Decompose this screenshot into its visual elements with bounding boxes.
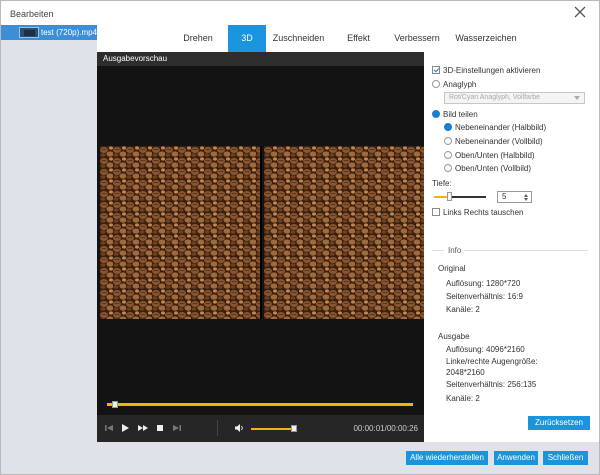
option-label: Nebeneinander (Vollbild) bbox=[455, 137, 543, 146]
top-bottom-half-radio[interactable]: Oben/Unten (Halbbild) bbox=[444, 151, 535, 160]
checkbox-icon[interactable] bbox=[432, 208, 440, 216]
edit-dialog: Bearbeiten test (720p).mp4 Drehen 3D Zus… bbox=[0, 0, 600, 475]
anaglyph-label: Anaglyph bbox=[443, 80, 477, 89]
skip-forward-icon[interactable] bbox=[171, 422, 183, 434]
radio-icon[interactable] bbox=[444, 137, 452, 145]
original-channels: Kanäle: 2 bbox=[446, 305, 480, 314]
radio-selected-icon[interactable] bbox=[432, 110, 440, 118]
skip-back-icon[interactable] bbox=[103, 422, 115, 434]
output-aspect: Seitenverhältnis: 256:135 bbox=[446, 380, 537, 389]
restore-all-button[interactable]: Alle wiederherstellen bbox=[406, 451, 488, 465]
reset-button[interactable]: Zurücksetzen bbox=[528, 416, 590, 430]
side-by-side-half-radio[interactable]: Nebeneinander (Halbbild) bbox=[444, 123, 546, 132]
split-image-label: Bild teilen bbox=[443, 110, 478, 119]
spin-down-icon[interactable] bbox=[524, 198, 528, 201]
original-resolution: Auflösung: 1280*720 bbox=[446, 279, 521, 288]
swap-left-right-checkbox[interactable]: Links Rechts tauschen bbox=[432, 208, 524, 217]
info-title: Info bbox=[448, 246, 462, 255]
option-label: Nebeneinander (Halbbild) bbox=[455, 123, 547, 132]
option-label: Oben/Unten (Vollbild) bbox=[455, 164, 532, 173]
fast-forward-icon[interactable] bbox=[137, 422, 149, 434]
3d-settings-panel: 3D-Einstellungen aktivieren Anaglyph Rot… bbox=[424, 52, 599, 442]
chevron-down-icon bbox=[574, 96, 580, 100]
tab-enhance[interactable]: Verbessern bbox=[386, 25, 448, 52]
original-aspect: Seitenverhältnis: 16:9 bbox=[446, 292, 523, 301]
title-bar: Bearbeiten bbox=[1, 1, 599, 25]
tab-bar: Drehen 3D Zuschneiden Effekt Verbessern … bbox=[97, 25, 599, 52]
info-divider bbox=[464, 250, 588, 251]
tab-effect[interactable]: Effekt bbox=[331, 25, 386, 52]
tab-rotate[interactable]: Drehen bbox=[168, 25, 228, 52]
output-channels: Kanäle: 2 bbox=[446, 394, 480, 403]
left-eye-frame bbox=[100, 146, 260, 319]
player-controls: 00:00:01/00:00:26 bbox=[97, 415, 424, 442]
close-button[interactable]: Schließen bbox=[543, 451, 588, 465]
output-heading: Ausgabe bbox=[438, 332, 470, 341]
spin-up-icon[interactable] bbox=[524, 194, 528, 197]
right-eye-frame bbox=[264, 146, 424, 319]
tab-3d[interactable]: 3D bbox=[228, 25, 266, 52]
depth-slider-handle[interactable] bbox=[447, 192, 452, 201]
output-eye-size: 2048*2160 bbox=[446, 368, 485, 377]
play-icon[interactable] bbox=[119, 422, 131, 434]
depth-value: 5 bbox=[502, 192, 507, 201]
video-thumbnail-icon bbox=[19, 27, 39, 38]
enable-3d-label: 3D-Einstellungen aktivieren bbox=[443, 66, 541, 75]
apply-button[interactable]: Anwenden bbox=[494, 451, 538, 465]
timeline-handle[interactable] bbox=[112, 401, 118, 408]
top-bottom-full-radio[interactable]: Oben/Unten (Vollbild) bbox=[444, 164, 531, 173]
volume-track[interactable] bbox=[251, 428, 295, 430]
radio-selected-icon[interactable] bbox=[444, 123, 452, 131]
volume-icon[interactable] bbox=[233, 422, 245, 434]
playback-timeline[interactable] bbox=[97, 393, 424, 415]
depth-label: Tiefe: bbox=[432, 179, 452, 188]
file-name: test (720p).mp4 bbox=[41, 28, 98, 37]
anaglyph-dropdown[interactable]: Rot/Cyan Anaglyph, Vollfarbe bbox=[444, 92, 585, 104]
file-sidebar: test (720p).mp4 bbox=[1, 25, 97, 474]
anaglyph-dropdown-value: Rot/Cyan Anaglyph, Vollfarbe bbox=[449, 94, 541, 101]
enable-3d-checkbox[interactable]: 3D-Einstellungen aktivieren bbox=[432, 66, 540, 75]
footer-bar: Alle wiederherstellen Anwenden Schließen bbox=[97, 442, 599, 474]
file-item[interactable]: test (720p).mp4 bbox=[1, 25, 97, 40]
side-by-side-full-radio[interactable]: Nebeneinander (Vollbild) bbox=[444, 137, 543, 146]
time-display: 00:00:01/00:00:26 bbox=[353, 424, 418, 433]
window-title: Bearbeiten bbox=[10, 9, 54, 19]
tab-crop[interactable]: Zuschneiden bbox=[266, 25, 331, 52]
split-image-radio[interactable]: Bild teilen bbox=[432, 110, 478, 119]
preview-title: Ausgabevorschau bbox=[103, 54, 168, 63]
controls-separator bbox=[217, 420, 218, 436]
output-resolution: Auflösung: 4096*2160 bbox=[446, 345, 525, 354]
radio-icon[interactable] bbox=[432, 80, 440, 88]
stop-icon[interactable] bbox=[154, 422, 166, 434]
close-icon[interactable] bbox=[573, 5, 587, 19]
depth-spinbox[interactable]: 5 bbox=[497, 191, 532, 203]
anaglyph-radio[interactable]: Anaglyph bbox=[432, 80, 476, 89]
timeline-track[interactable] bbox=[107, 403, 413, 406]
radio-icon[interactable] bbox=[444, 151, 452, 159]
info-divider bbox=[432, 250, 444, 251]
original-heading: Original bbox=[438, 264, 466, 273]
output-preview bbox=[97, 66, 424, 393]
tab-watermark[interactable]: Wasserzeichen bbox=[448, 25, 524, 52]
split-divider bbox=[260, 146, 262, 319]
radio-icon[interactable] bbox=[444, 164, 452, 172]
output-eye-size-label: Linke/rechte Augengröße: bbox=[446, 357, 538, 366]
preview-header: Ausgabevorschau bbox=[97, 52, 424, 66]
option-label: Oben/Unten (Halbbild) bbox=[455, 151, 535, 160]
swap-label: Links Rechts tauschen bbox=[443, 208, 524, 217]
checkbox-checked-icon[interactable] bbox=[432, 66, 440, 74]
volume-handle[interactable] bbox=[291, 425, 297, 432]
